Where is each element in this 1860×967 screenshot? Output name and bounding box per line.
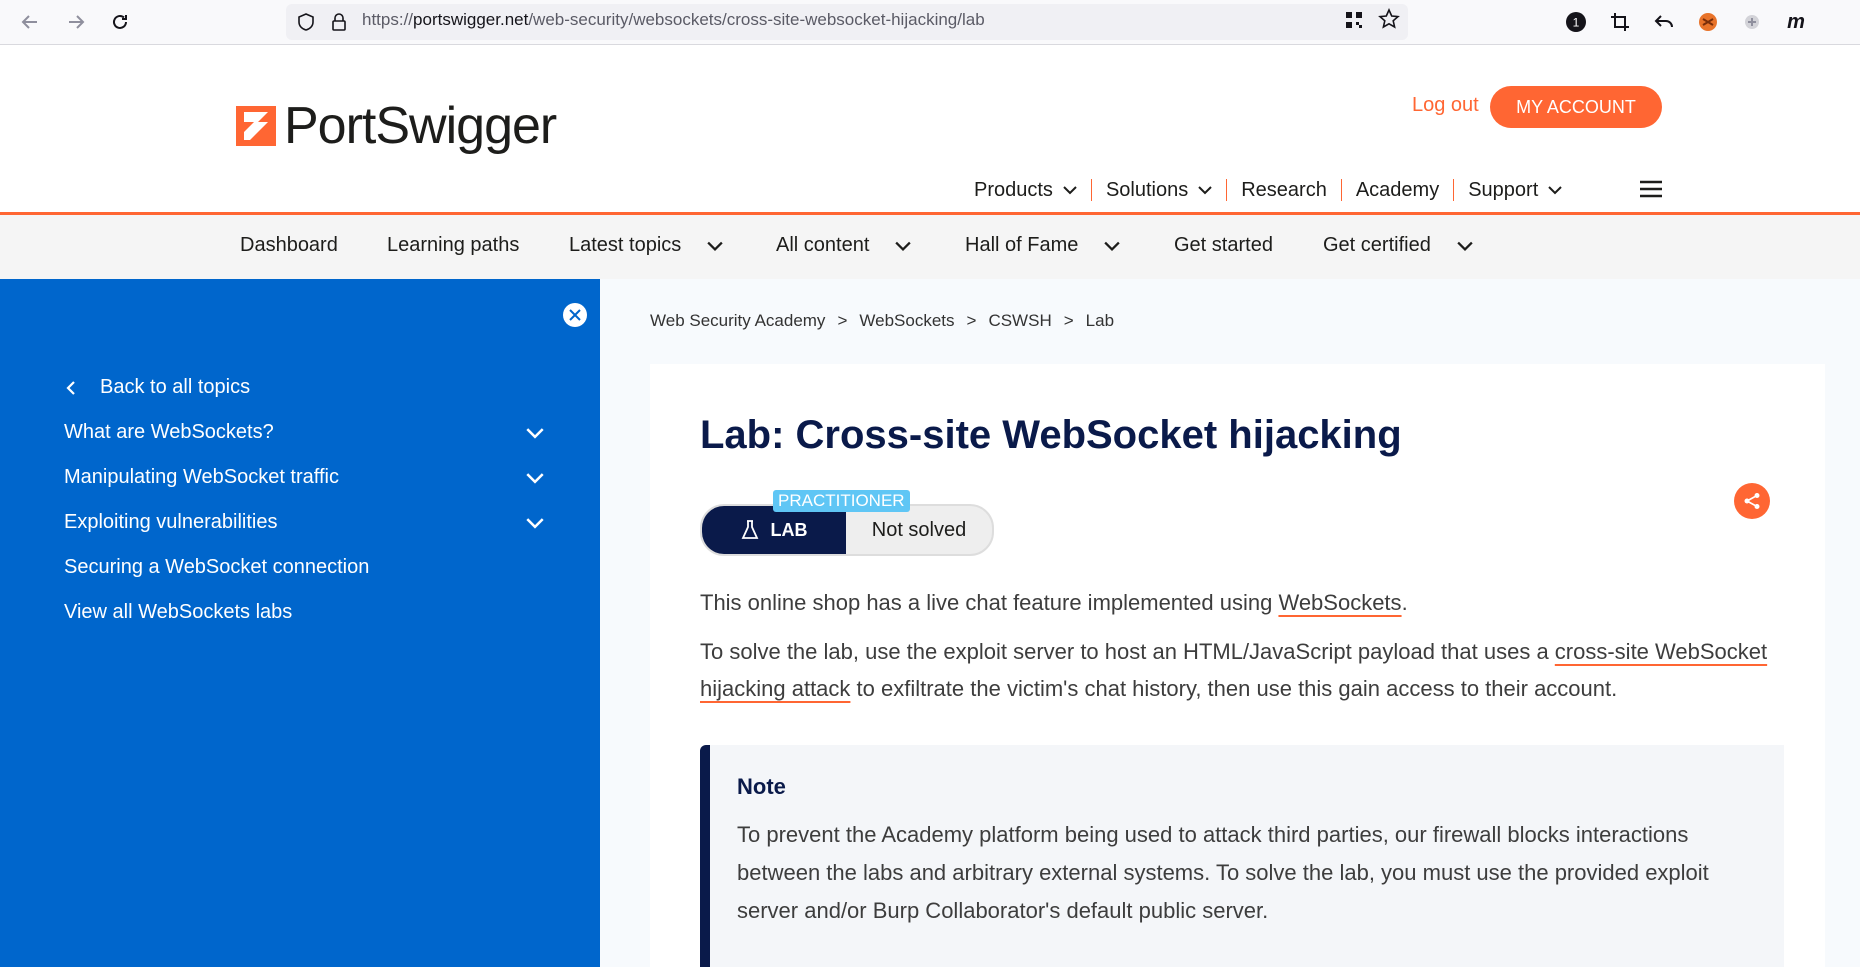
lab-badge-label: LAB (702, 506, 846, 554)
nav-support[interactable]: Support (1454, 179, 1576, 201)
breadcrumb-separator: > (1063, 311, 1074, 330)
undo-icon[interactable] (1650, 8, 1678, 36)
crop-icon[interactable] (1606, 8, 1634, 36)
nav-solutions-label: Solutions (1105, 178, 1189, 201)
lock-icon[interactable] (330, 12, 348, 37)
page-title: Lab: Cross-site WebSocket hijacking (700, 413, 1402, 457)
nav-research-label: Research (1241, 178, 1327, 201)
chevron-down-icon (1063, 186, 1077, 195)
chevron-down-icon (1198, 186, 1212, 195)
logout-link[interactable]: Log out (1412, 94, 1479, 117)
addon-grey-icon[interactable] (1738, 8, 1766, 36)
nav-solutions[interactable]: Solutions (1092, 178, 1228, 201)
breadcrumb-cswsh[interactable]: CSWSH (988, 311, 1051, 331)
addon-m-icon[interactable]: m (1782, 8, 1810, 36)
subnav-latest-topics[interactable]: Latest topics (569, 234, 723, 257)
breadcrumb: Web Security Academy > WebSockets > CSWSH >… (650, 311, 1114, 331)
shield-icon[interactable] (296, 12, 316, 37)
subnav-hall-of-fame[interactable]: Hall of Fame (965, 234, 1121, 257)
back-to-topics-link[interactable]: Back to all topics (64, 376, 544, 399)
chevron-left-icon (66, 380, 75, 395)
chevron-down-icon (895, 241, 912, 251)
text-segment: to exfiltrate the victim's chat history,… (850, 676, 1618, 701)
note-title: Note (737, 774, 786, 799)
subnav-get-certified-label: Get certified (1323, 234, 1431, 256)
my-account-button[interactable]: MY ACCOUNT (1490, 86, 1662, 128)
sidebar-item-label: Manipulating WebSocket traffic (64, 466, 339, 488)
subnav-learning-paths[interactable]: Learning paths (387, 234, 519, 257)
logo-text: PortSwigger (284, 97, 557, 155)
extension-counter-icon[interactable]: 1 (1562, 8, 1590, 36)
chevron-down-icon (1104, 241, 1121, 251)
subnav-dashboard[interactable]: Dashboard (240, 234, 338, 257)
sidebar-item-securing-connection[interactable]: Securing a WebSocket connection (64, 556, 544, 579)
subnav-get-started-label: Get started (1174, 234, 1273, 256)
sidebar-item-what-are-websockets[interactable]: What are WebSockets? (64, 421, 544, 444)
sidebar-item-label: View all WebSockets labs (64, 601, 293, 623)
sidebar-item-manipulating-traffic[interactable]: Manipulating WebSocket traffic (64, 466, 544, 489)
subnav-latest-topics-label: Latest topics (569, 234, 682, 256)
subnav-get-started[interactable]: Get started (1174, 234, 1273, 257)
sidebar-item-label: Securing a WebSocket connection (64, 556, 370, 578)
chevron-down-icon (1548, 186, 1562, 195)
breadcrumb-web-security-academy[interactable]: Web Security Academy (650, 311, 825, 331)
lab-badge-text: LAB (770, 519, 808, 540)
nav-academy-label: Academy (1355, 178, 1440, 201)
lab-instructions: To solve the lab, use the exploit server… (700, 633, 1780, 707)
hamburger-menu-icon[interactable] (1640, 180, 1662, 198)
bookmark-star-icon[interactable] (1378, 8, 1400, 35)
addon-orange-icon[interactable] (1694, 8, 1722, 36)
back-to-topics-label: Back to all topics (100, 376, 251, 398)
nav-products[interactable]: Products (960, 179, 1092, 201)
note-body: To prevent the Academy platform being us… (737, 822, 1709, 923)
forward-arrow-icon[interactable] (60, 6, 92, 38)
chevron-down-icon (707, 241, 723, 251)
svg-text:1: 1 (1573, 16, 1580, 30)
subnav-learning-paths-label: Learning paths (387, 234, 520, 256)
lab-solved-status: Not solved (871, 518, 967, 541)
breadcrumb-separator: > (837, 311, 848, 330)
qr-code-icon[interactable] (1344, 10, 1364, 35)
subnav-all-content-label: All content (776, 234, 870, 256)
chevron-down-icon (526, 517, 544, 529)
back-arrow-icon[interactable] (14, 6, 46, 38)
chevron-down-icon (526, 472, 544, 484)
nav-research[interactable]: Research (1227, 179, 1342, 201)
breadcrumb-separator: > (966, 311, 977, 330)
subnav-all-content[interactable]: All content (776, 234, 912, 257)
chevron-down-icon (1457, 241, 1473, 251)
url-text[interactable]: https://portswigger.net/web-security/web… (362, 10, 985, 30)
nav-academy[interactable]: Academy (1342, 178, 1455, 201)
nav-support-label: Support (1468, 178, 1539, 201)
main-nav: Products Solutions Research Academy Supp… (960, 172, 1576, 208)
subnav-dashboard-label: Dashboard (240, 234, 338, 256)
text-segment: To solve the lab, use the exploit server… (700, 639, 1555, 664)
difficulty-level-badge: PRACTITIONER (773, 490, 910, 512)
sidebar-item-exploiting-vulnerabilities[interactable]: Exploiting vulnerabilities (64, 511, 544, 534)
sidebar-item-view-all-labs[interactable]: View all WebSockets labs (64, 601, 544, 624)
flask-icon (741, 520, 758, 539)
lab-description: This online shop has a live chat feature… (700, 584, 1780, 621)
portswigger-logo-icon (236, 106, 276, 146)
nav-products-label: Products (974, 178, 1053, 201)
subnav-hall-of-fame-label: Hall of Fame (965, 234, 1079, 256)
reload-icon[interactable] (104, 6, 136, 38)
text-segment: This online shop has a live chat feature… (700, 590, 1279, 615)
portswigger-logo[interactable]: PortSwigger (236, 96, 557, 156)
subnav-get-certified[interactable]: Get certified (1323, 234, 1473, 257)
websockets-link[interactable]: WebSockets (1278, 590, 1401, 615)
chevron-down-icon (526, 427, 544, 439)
svg-text:m: m (1787, 11, 1805, 33)
breadcrumb-websockets[interactable]: WebSockets (859, 311, 954, 331)
share-icon[interactable] (1734, 483, 1770, 519)
close-icon[interactable] (563, 303, 587, 327)
text-segment: . (1401, 590, 1408, 615)
breadcrumb-lab[interactable]: Lab (1086, 311, 1114, 331)
sidebar-item-label: Exploiting vulnerabilities (64, 511, 278, 533)
sidebar-item-label: What are WebSockets? (64, 421, 274, 443)
